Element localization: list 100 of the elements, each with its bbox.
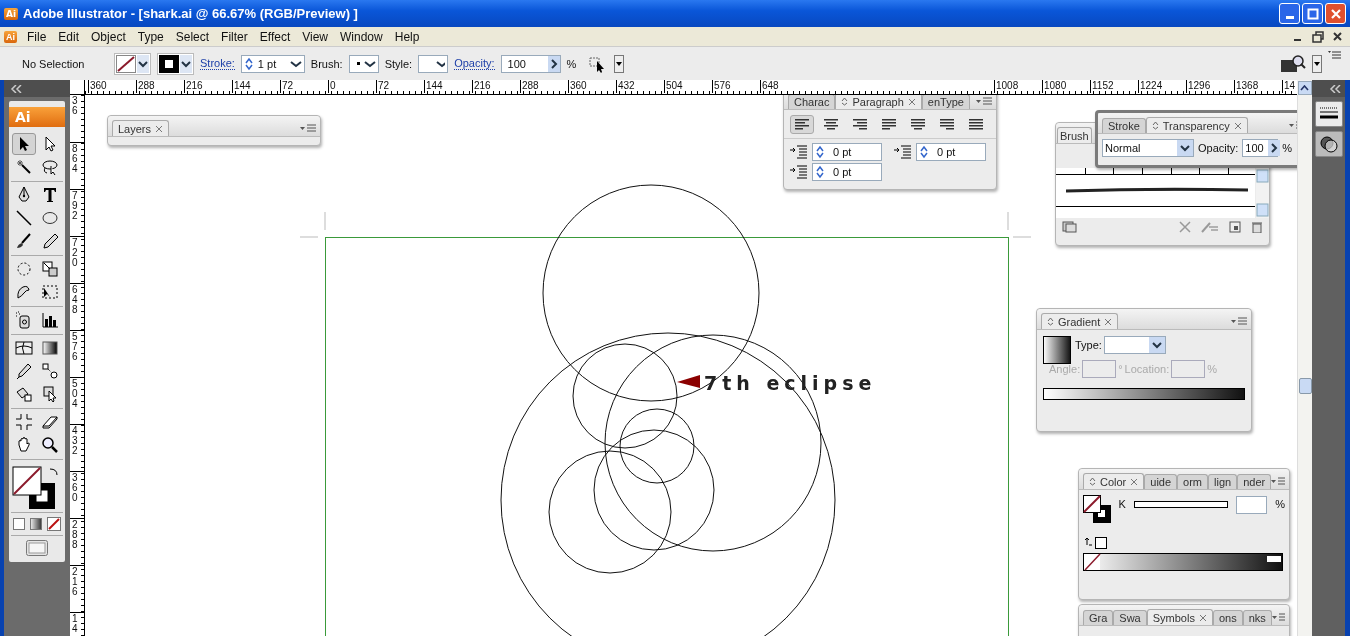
- panel-tab[interactable]: lign: [1208, 474, 1238, 489]
- align-lines-icon: [882, 119, 896, 130]
- spinner-icon: [815, 165, 825, 179]
- stroke-swatch-icon: [159, 54, 179, 73]
- panel-tab[interactable]: Gradient: [1041, 313, 1119, 329]
- options-dropdown[interactable]: [614, 54, 625, 73]
- collapse-icon[interactable]: [10, 84, 22, 93]
- out-of-gamut-icon[interactable]: [1085, 535, 1109, 549]
- zoom-icon: [40, 435, 60, 455]
- restore-icon[interactable]: [1310, 29, 1326, 44]
- panel-menu-icon[interactable]: [1271, 476, 1285, 486]
- caret-icon: [1314, 60, 1320, 67]
- minimize-icon: [1285, 16, 1294, 19]
- menu-item[interactable]: Object: [85, 29, 132, 44]
- panel-menu-icon[interactable]: [976, 96, 992, 106]
- stroke-weight-field[interactable]: 1 pt: [240, 54, 305, 73]
- menu-item[interactable]: Window: [334, 29, 389, 44]
- ruler-label: 1008: [994, 80, 1042, 93]
- library-icon[interactable]: [1062, 221, 1078, 233]
- minimize-button[interactable]: [1279, 3, 1300, 24]
- degree-label: °: [1118, 363, 1123, 375]
- brush-dropdown[interactable]: [348, 54, 379, 73]
- align-lines-icon: [969, 119, 983, 130]
- panel-tab[interactable]: Swa: [1113, 610, 1147, 625]
- panel-tab[interactable]: nks: [1242, 610, 1272, 625]
- stroke-link[interactable]: Stroke:: [200, 57, 235, 70]
- opacity-field[interactable]: 100: [1242, 139, 1279, 157]
- panel-tab[interactable]: Layers: [112, 120, 170, 136]
- folder-magnifier-icon[interactable]: [1280, 53, 1306, 74]
- panel-tab[interactable]: Stroke: [1102, 118, 1146, 133]
- new-item-icon[interactable]: [1229, 221, 1241, 233]
- angle-field[interactable]: [1082, 360, 1117, 378]
- indent-field[interactable]: 0 pt: [812, 143, 882, 161]
- panel-tab[interactable]: Brush: [1057, 127, 1092, 143]
- panel-tab[interactable]: Color: [1083, 473, 1145, 489]
- scroll-thumb[interactable]: [1299, 378, 1312, 394]
- chevron-up-icon: [1300, 84, 1309, 91]
- panel-tab[interactable]: Symbols: [1146, 609, 1213, 625]
- close-icon: [1130, 477, 1139, 486]
- panel-menu-icon[interactable]: [300, 123, 316, 133]
- opacity-field[interactable]: 100: [500, 54, 561, 73]
- menu-item[interactable]: File: [21, 29, 53, 44]
- ruler-label: 576: [712, 80, 760, 93]
- line-icon: [14, 208, 34, 228]
- menu-item[interactable]: View: [296, 29, 335, 44]
- vertical-scrollbar[interactable]: [1297, 95, 1312, 636]
- gradient-type-dropdown[interactable]: [1103, 336, 1166, 354]
- percent-label: %: [1275, 498, 1285, 510]
- panel-tab[interactable]: enType: [921, 95, 970, 109]
- panel-menu-icon[interactable]: [1328, 49, 1342, 61]
- chevron-down-icon: [363, 59, 376, 68]
- bridge-dropdown[interactable]: [1312, 54, 1322, 73]
- panel-menu-icon[interactable]: [1231, 316, 1247, 326]
- panel-tab[interactable]: Transparency: [1145, 117, 1248, 133]
- menu-item[interactable]: Help: [388, 29, 426, 44]
- collapse-icon[interactable]: [1329, 84, 1341, 93]
- ruler-label: 216: [72, 567, 78, 597]
- opacity-link[interactable]: Opacity:: [454, 57, 495, 70]
- stroke-dropdown[interactable]: [157, 52, 194, 75]
- fill-stroke-swatches-icon[interactable]: [1083, 495, 1111, 525]
- fill-dropdown[interactable]: [114, 52, 151, 75]
- spinner-icon: [243, 56, 254, 71]
- menu-item[interactable]: Effect: [253, 29, 297, 44]
- transparency-panel-button[interactable]: [1314, 131, 1343, 157]
- pencil-icon: [40, 231, 60, 251]
- menu-item[interactable]: Filter: [215, 29, 254, 44]
- indent-field[interactable]: 0 pt: [916, 143, 986, 161]
- color-spectrum-bar[interactable]: [1083, 553, 1283, 571]
- maximize-button[interactable]: [1302, 3, 1323, 24]
- tool-button[interactable]: [12, 133, 36, 155]
- panel-menu-icon[interactable]: [1271, 612, 1285, 622]
- ruler-label: 288: [136, 80, 184, 93]
- trash-icon[interactable]: [1251, 221, 1263, 233]
- panel-tab[interactable]: Paragraph: [835, 95, 922, 109]
- scroll-up-button[interactable]: [1297, 80, 1312, 95]
- caret-icon: [616, 60, 623, 67]
- menu-item[interactable]: Edit: [52, 29, 86, 44]
- location-field[interactable]: [1171, 360, 1206, 378]
- menu-item[interactable]: Select: [169, 29, 216, 44]
- panel-tab[interactable]: nder: [1237, 474, 1272, 489]
- panel-tab[interactable]: Gra: [1083, 610, 1114, 625]
- style-dropdown[interactable]: [418, 54, 449, 73]
- gradient-mode-icon[interactable]: [30, 518, 42, 530]
- panel-tab[interactable]: Charac: [788, 95, 836, 109]
- panel-tab[interactable]: ons: [1212, 610, 1243, 625]
- stroke-panel-button[interactable]: [1314, 101, 1343, 127]
- panel-tab[interactable]: orm: [1177, 474, 1209, 489]
- indent-field[interactable]: 0 pt: [812, 163, 882, 181]
- channel-field[interactable]: [1235, 496, 1268, 514]
- triangle-marker: [677, 375, 700, 388]
- alignment-button[interactable]: [790, 115, 814, 134]
- color-mode-icon[interactable]: [13, 518, 25, 530]
- screen-mode-icon[interactable]: [26, 540, 48, 556]
- panel-tab[interactable]: uide: [1144, 474, 1178, 489]
- sort-arrows-icon: [1151, 121, 1159, 130]
- ruler-label: 72: [280, 80, 328, 93]
- menu-item[interactable]: Type: [131, 29, 170, 44]
- blend-mode-dropdown[interactable]: Normal: [1102, 139, 1194, 157]
- none-mode-icon[interactable]: [47, 517, 61, 531]
- close-button[interactable]: [1325, 3, 1346, 24]
